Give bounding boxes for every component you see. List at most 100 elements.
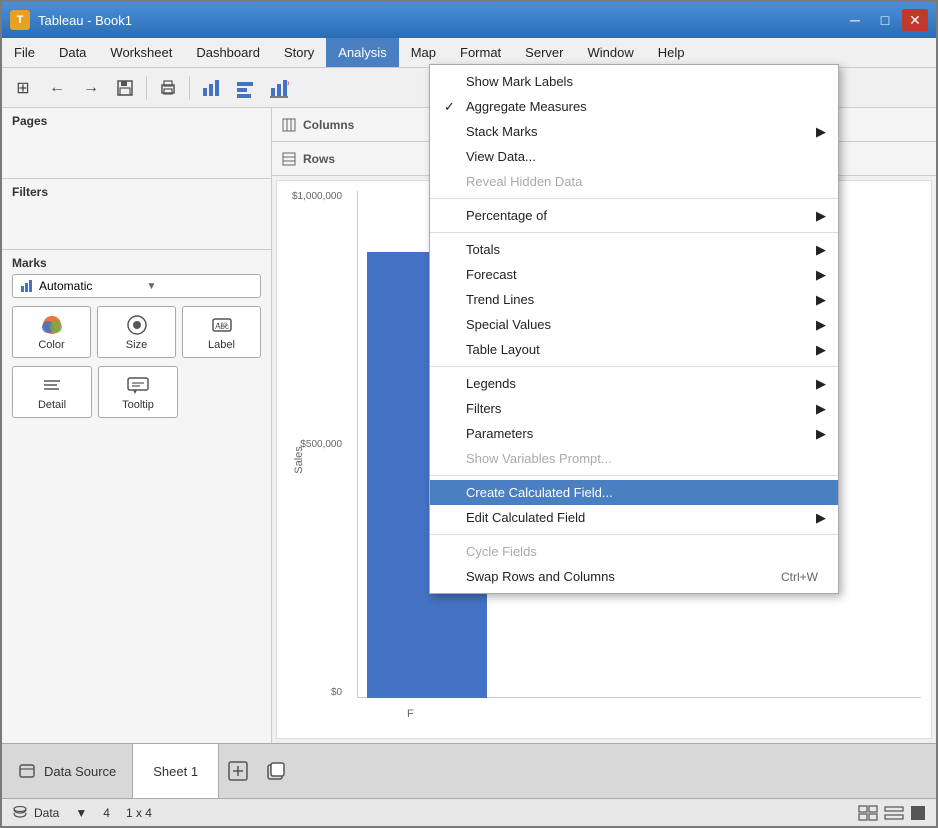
- dropdown-arrow-icon: ▼: [147, 281, 255, 292]
- menu-file[interactable]: File: [2, 38, 47, 67]
- columns-label: Columns: [282, 118, 354, 132]
- menu-data[interactable]: Data: [47, 38, 98, 67]
- main-window: T Tableau - Book1 ─ □ ✕ File Data Worksh…: [0, 0, 938, 828]
- menu-analysis[interactable]: Analysis: [326, 38, 398, 67]
- menu-aggregate-measures[interactable]: ✓ Aggregate Measures: [430, 94, 838, 119]
- toolbar-print-button[interactable]: [153, 74, 183, 102]
- trend-lines-submenu-icon: ▶: [816, 292, 826, 308]
- bottom-bar: Data Source Sheet 1: [2, 743, 936, 798]
- label-icon: Abc 123: [208, 313, 236, 337]
- marks-tooltip-button[interactable]: Tooltip: [98, 366, 178, 418]
- menu-table-layout[interactable]: Table Layout ▶: [430, 337, 838, 362]
- menu-create-calculated-field-label: Create Calculated Field...: [466, 485, 613, 500]
- detail-icon: [38, 373, 66, 397]
- menu-filters[interactable]: Filters ▶: [430, 396, 838, 421]
- menu-show-variables-prompt: Show Variables Prompt...: [430, 446, 838, 471]
- pages-title: Pages: [12, 114, 261, 128]
- toolbar-save-button[interactable]: [110, 74, 140, 102]
- y-label-2: $500,000: [300, 439, 342, 450]
- status-bar: Data ▼ 4 1 x 4: [2, 798, 936, 826]
- menu-create-calculated-field[interactable]: Create Calculated Field...: [430, 480, 838, 505]
- menu-show-mark-labels-label: Show Mark Labels: [466, 74, 573, 89]
- parameters-submenu-icon: ▶: [816, 426, 826, 442]
- separator-1: [430, 198, 838, 199]
- menu-special-values[interactable]: Special Values ▶: [430, 312, 838, 337]
- toolbar-home-button[interactable]: ⊞: [8, 74, 38, 102]
- marks-label-label: Label: [208, 339, 235, 351]
- menu-format[interactable]: Format: [448, 38, 513, 67]
- size-icon: [123, 313, 151, 337]
- menu-show-mark-labels[interactable]: Show Mark Labels: [430, 69, 838, 94]
- maximize-button[interactable]: □: [872, 9, 898, 31]
- menu-reveal-hidden-data: Reveal Hidden Data: [430, 169, 838, 194]
- filters-section: Filters: [2, 179, 271, 250]
- rows-label: Rows: [282, 152, 335, 166]
- separator-5: [430, 534, 838, 535]
- y-label-3: $0: [331, 687, 342, 698]
- menu-trend-lines[interactable]: Trend Lines ▶: [430, 287, 838, 312]
- marks-grid: Color Size: [12, 306, 261, 358]
- tooltip-icon: [124, 373, 152, 397]
- color-icon: [38, 313, 66, 337]
- menu-dashboard[interactable]: Dashboard: [184, 38, 272, 67]
- marks-color-button[interactable]: Color: [12, 306, 91, 358]
- detail-view-icon: [910, 805, 926, 821]
- menu-stack-marks[interactable]: Stack Marks ▶: [430, 119, 838, 144]
- duplicate-sheet-button[interactable]: [261, 756, 291, 786]
- pages-content: [12, 132, 261, 172]
- toolbar-chart2-button[interactable]: [230, 74, 260, 102]
- legends-submenu-icon: ▶: [816, 376, 826, 392]
- marks-color-label: Color: [38, 339, 64, 351]
- toolbar-forward-button[interactable]: →: [76, 74, 106, 102]
- stack-marks-submenu-icon: ▶: [816, 124, 826, 140]
- database-icon: [12, 805, 28, 821]
- status-db-label: Data: [34, 806, 59, 820]
- y-label-1: $1,000,000: [292, 191, 342, 202]
- menu-story[interactable]: Story: [272, 38, 326, 67]
- menu-parameters[interactable]: Parameters ▶: [430, 421, 838, 446]
- marks-type-dropdown[interactable]: Automatic ▼: [12, 274, 261, 298]
- separator-3: [430, 366, 838, 367]
- menu-swap-rows-columns[interactable]: Swap Rows and Columns Ctrl+W: [430, 564, 838, 589]
- menu-view-data[interactable]: View Data...: [430, 144, 838, 169]
- menu-percentage-of-label: Percentage of: [466, 208, 547, 223]
- marks-section: Marks Automatic ▼: [2, 250, 271, 743]
- menu-totals[interactable]: Totals ▶: [430, 237, 838, 262]
- menu-reveal-hidden-data-label: Reveal Hidden Data: [466, 174, 582, 189]
- toolbar-chart1-button[interactable]: [196, 74, 226, 102]
- sheet1-tab[interactable]: Sheet 1: [133, 744, 219, 798]
- menu-window[interactable]: Window: [575, 38, 645, 67]
- menu-legends[interactable]: Legends ▶: [430, 371, 838, 396]
- toolbar-chart3-button[interactable]: ×: [264, 74, 294, 102]
- menu-help[interactable]: Help: [646, 38, 697, 67]
- status-size: 1 x 4: [126, 806, 152, 820]
- marks-size-button[interactable]: Size: [97, 306, 176, 358]
- menu-percentage-of[interactable]: Percentage of ▶: [430, 203, 838, 228]
- menu-forecast[interactable]: Forecast ▶: [430, 262, 838, 287]
- marks-detail-button[interactable]: Detail: [12, 366, 92, 418]
- datasource-tab[interactable]: Data Source: [2, 744, 133, 798]
- menu-aggregate-measures-label: Aggregate Measures: [466, 99, 587, 114]
- status-view-controls: [858, 805, 926, 821]
- menu-worksheet[interactable]: Worksheet: [98, 38, 184, 67]
- menu-table-layout-label: Table Layout: [466, 342, 540, 357]
- menu-server[interactable]: Server: [513, 38, 575, 67]
- minimize-button[interactable]: ─: [842, 9, 868, 31]
- add-sheet-button[interactable]: [223, 756, 253, 786]
- menu-totals-label: Totals: [466, 242, 500, 257]
- datasource-icon: [18, 762, 36, 780]
- svg-text:123: 123: [216, 323, 227, 329]
- edit-calculated-field-submenu-icon: ▶: [816, 510, 826, 526]
- close-button[interactable]: ✕: [902, 9, 928, 31]
- percentage-submenu-icon: ▶: [816, 208, 826, 224]
- menu-show-variables-prompt-label: Show Variables Prompt...: [466, 451, 612, 466]
- menu-edit-calculated-field[interactable]: Edit Calculated Field ▶: [430, 505, 838, 530]
- menu-cycle-fields-label: Cycle Fields: [466, 544, 537, 559]
- aggregate-check-icon: ✓: [444, 99, 455, 115]
- toolbar-back-button[interactable]: ←: [42, 74, 72, 102]
- swap-rows-columns-shortcut: Ctrl+W: [751, 570, 818, 584]
- x-axis-label: F: [407, 708, 414, 720]
- sheet1-label: Sheet 1: [153, 764, 198, 779]
- marks-label-button[interactable]: Abc 123 Label: [182, 306, 261, 358]
- menu-map[interactable]: Map: [399, 38, 448, 67]
